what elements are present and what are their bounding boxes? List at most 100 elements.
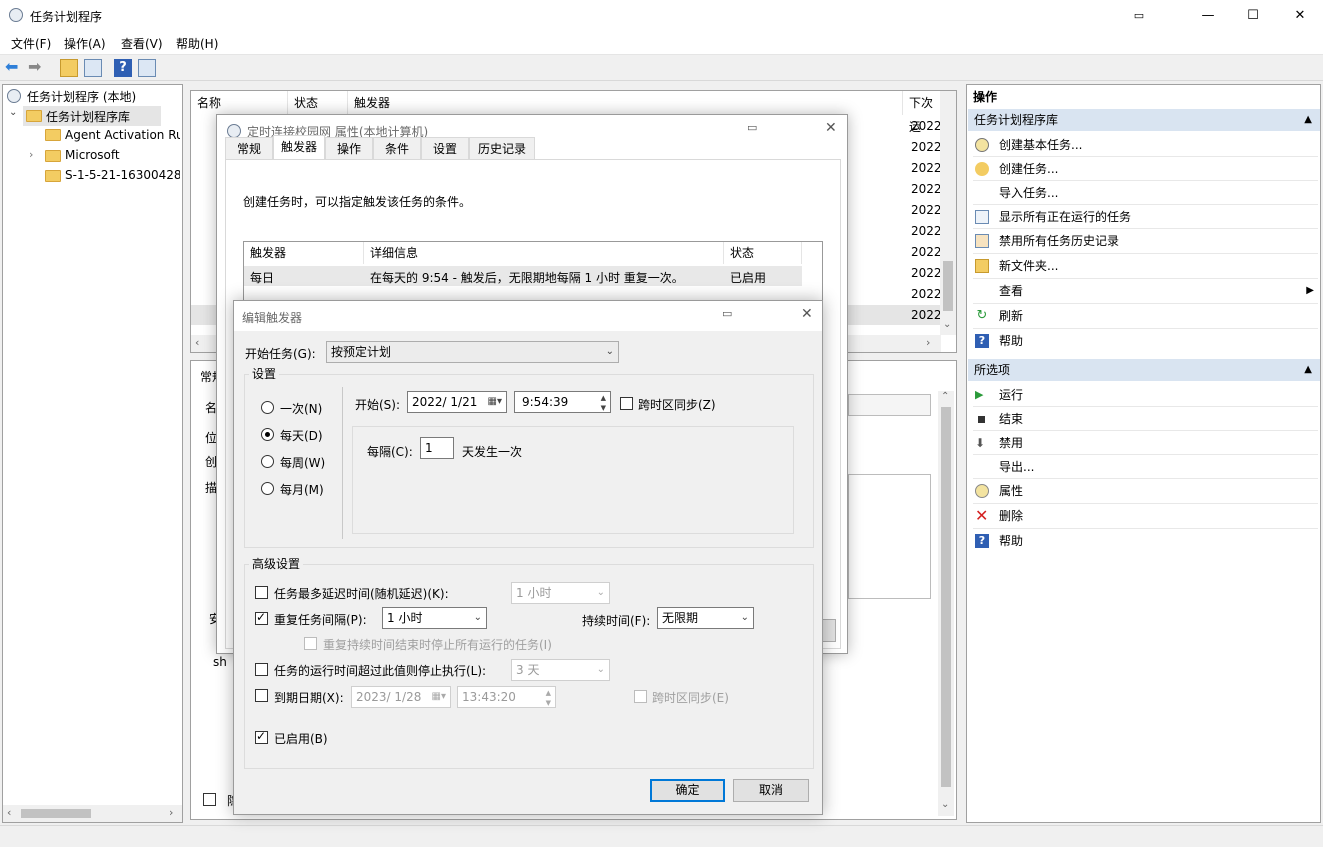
tree-item-microsoft[interactable]: Microsoft xyxy=(65,148,120,166)
tab-general[interactable]: 常规 xyxy=(225,137,273,159)
spinner-icon[interactable]: ▲ ▼ xyxy=(546,688,551,708)
snap-icon[interactable]: ▭ xyxy=(722,307,732,320)
delay-checkbox[interactable] xyxy=(255,586,268,599)
tab-settings[interactable]: 设置 xyxy=(421,137,469,159)
menu-file[interactable]: 文件(F) xyxy=(11,35,51,52)
delay-select[interactable]: 1 小时 ⌄ xyxy=(511,582,610,604)
radio-daily[interactable] xyxy=(261,428,274,441)
expire-date-picker[interactable]: 2023/ 1/28 ▦▾ xyxy=(351,686,451,708)
menu-help[interactable]: 帮助(H) xyxy=(176,35,218,52)
hidden-checkbox[interactable] xyxy=(203,793,216,806)
minimize-button[interactable]: — xyxy=(1185,0,1231,31)
section-selected[interactable]: 所选项 ▲ xyxy=(968,359,1320,381)
expire-time-picker[interactable]: 13:43:20 ▲ ▼ xyxy=(457,686,556,708)
col-status[interactable]: 状态 xyxy=(288,91,348,115)
spinner-icon[interactable]: ▲ ▼ xyxy=(601,393,606,413)
action-new-folder[interactable]: 新文件夹... xyxy=(973,254,1318,278)
collapse-chevron-icon[interactable]: › xyxy=(29,148,33,166)
title-bar: 任务计划程序 ▭ — ☐ ✕ xyxy=(0,0,1323,31)
action-create-task[interactable]: 创建任务... xyxy=(973,157,1318,181)
repeat-select[interactable]: 1 小时 ⌄ xyxy=(382,607,487,629)
tree-item-agent[interactable]: Agent Activation Ru xyxy=(65,128,180,146)
menu-view[interactable]: 查看(V) xyxy=(121,35,163,52)
expire-checkbox[interactable] xyxy=(255,689,268,702)
snap-icon[interactable]: ▭ xyxy=(747,121,757,134)
action-show-running[interactable]: 显示所有正在运行的任务 xyxy=(973,205,1318,229)
section-library-label: 任务计划程序库 xyxy=(974,113,1059,127)
recur-label: 每隔(C): xyxy=(367,445,413,459)
radio-weekly[interactable] xyxy=(261,455,274,468)
action-refresh[interactable]: ↻ 刷新 xyxy=(973,304,1318,328)
show-tree-icon[interactable] xyxy=(84,59,102,77)
detail-vscrollbar[interactable]: ⌃ ⌄ xyxy=(938,391,954,816)
begin-task-select[interactable]: 按预定计划 ⌄ xyxy=(326,341,619,363)
enabled-checkbox[interactable] xyxy=(255,729,268,744)
partial-text: sh xyxy=(213,655,227,669)
show-action-pane-icon[interactable] xyxy=(138,59,156,77)
col-name[interactable]: 名称 xyxy=(191,91,288,115)
tab-actions[interactable]: 操作 xyxy=(325,137,373,159)
task-list-vscrollbar[interactable]: ⌄ xyxy=(940,91,956,335)
tree-hscrollbar[interactable]: ‹ › xyxy=(3,805,182,822)
submenu-arrow-icon: ▶ xyxy=(1306,285,1314,296)
forward-icon[interactable]: ➡ xyxy=(28,59,46,77)
action-create-basic-task[interactable]: 创建基本任务... xyxy=(973,133,1318,157)
action-export[interactable]: 导出... xyxy=(973,455,1318,479)
menu-action[interactable]: 操作(A) xyxy=(64,35,106,52)
tree-item-sid[interactable]: S-1-5-21-163004285 xyxy=(65,168,180,186)
tab-history[interactable]: 历史记录 xyxy=(469,137,535,159)
col-status[interactable]: 状态 xyxy=(724,242,802,264)
col-next-run[interactable]: 下次运 xyxy=(903,91,941,134)
back-icon[interactable]: ⬅ xyxy=(5,59,23,77)
section-library[interactable]: 任务计划程序库 ▲ xyxy=(968,109,1320,131)
repeat-checkbox[interactable] xyxy=(255,610,268,625)
action-properties[interactable]: 属性 xyxy=(973,479,1318,503)
action-view[interactable]: 查看 ▶ xyxy=(973,279,1318,303)
stop-all-checkbox[interactable] xyxy=(304,637,317,650)
tree-root[interactable]: 任务计划程序 (本地) xyxy=(27,88,136,106)
tree-pane: 任务计划程序 (本地) ⌄ 任务计划程序库 Agent Activation R… xyxy=(2,84,183,823)
chevron-down-icon: ⌄ xyxy=(473,612,482,623)
action-disable-history[interactable]: 禁用所有任务历史记录 xyxy=(973,229,1318,253)
collapse-up-icon[interactable]: ▲ xyxy=(1304,359,1312,381)
create-basic-task-icon xyxy=(975,138,989,152)
action-import-task[interactable]: 导入任务... xyxy=(973,181,1318,205)
recur-input[interactable]: 1 xyxy=(420,437,454,459)
stop-exceed-checkbox[interactable] xyxy=(255,663,268,676)
action-disable[interactable]: ⬇ 禁用 xyxy=(973,431,1318,455)
stop-exceed-select[interactable]: 3 天 ⌄ xyxy=(511,659,610,681)
section-selected-label: 所选项 xyxy=(974,363,1011,377)
tab-triggers[interactable]: 触发器 xyxy=(273,135,325,159)
stop-exceed-label: 任务的运行时间超过此值则停止执行(L): xyxy=(274,664,487,678)
radio-once[interactable] xyxy=(261,401,274,414)
expire-sync-checkbox[interactable] xyxy=(634,690,647,703)
col-details[interactable]: 详细信息 xyxy=(364,242,724,264)
snap-icon[interactable]: ▭ xyxy=(1116,0,1162,31)
ok-button[interactable]: 确定 xyxy=(650,779,725,802)
sync-timezone-checkbox[interactable] xyxy=(620,397,633,410)
help-icon[interactable]: ? xyxy=(114,59,132,77)
col-trigger[interactable]: 触发器 xyxy=(244,242,364,264)
action-delete[interactable]: ✕ 删除 xyxy=(973,504,1318,528)
expand-chevron-icon[interactable]: ⌄ xyxy=(9,107,17,125)
action-help[interactable]: ? 帮助 xyxy=(973,329,1318,353)
start-time-picker[interactable]: 9:54:39 ▲ ▼ xyxy=(514,391,611,413)
collapse-up-icon[interactable]: ▲ xyxy=(1304,109,1312,131)
duration-select[interactable]: 无限期 ⌄ xyxy=(657,607,754,629)
delay-label: 任务最多延迟时间(随机延迟)(K): xyxy=(274,587,449,601)
close-icon[interactable]: ✕ xyxy=(801,306,813,322)
maximize-button[interactable]: ☐ xyxy=(1230,0,1276,31)
radio-monthly[interactable] xyxy=(261,482,274,495)
tab-conditions[interactable]: 条件 xyxy=(373,137,421,159)
start-date-picker[interactable]: 2022/ 1/21 ▦▾ xyxy=(407,391,507,413)
close-icon[interactable]: ✕ xyxy=(825,120,837,136)
refresh-icon: ↻ xyxy=(976,308,988,323)
action-run[interactable]: ▶ 运行 xyxy=(973,383,1318,407)
close-button[interactable]: ✕ xyxy=(1277,0,1323,31)
tree-library[interactable]: 任务计划程序库 xyxy=(46,108,130,126)
cancel-button[interactable]: 取消 xyxy=(733,779,809,802)
action-end[interactable]: 结束 xyxy=(973,407,1318,431)
action-help-selected[interactable]: ? 帮助 xyxy=(973,529,1318,553)
col-trigger[interactable]: 触发器 xyxy=(348,91,903,115)
up-folder-icon[interactable] xyxy=(60,59,78,77)
